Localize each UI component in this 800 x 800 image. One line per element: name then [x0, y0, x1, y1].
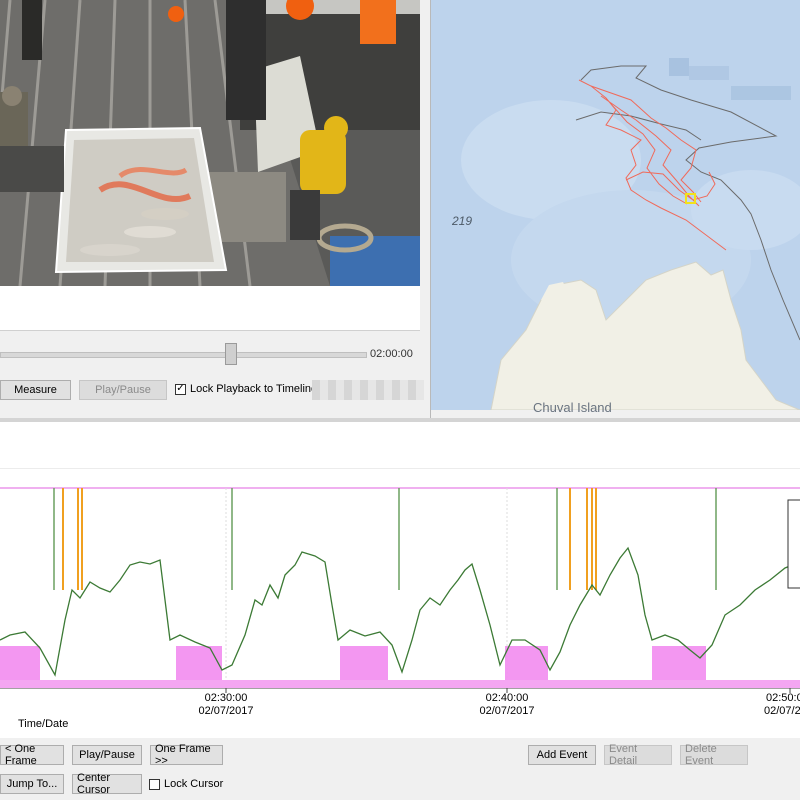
deck-camera-image [0, 0, 420, 286]
lock-cursor-label: Lock Cursor [164, 778, 224, 790]
tick-label-time-1: 02:30:00 [205, 692, 248, 704]
center-cursor-button[interactable]: Center Cursor [72, 772, 142, 796]
map-pane[interactable] [431, 0, 800, 410]
timeline-header [0, 422, 800, 469]
timeline-play-pause-button[interactable]: Play/Pause [72, 745, 142, 765]
video-blank-area [0, 286, 420, 331]
legend-box [787, 499, 800, 589]
event-markers [53, 488, 717, 590]
delete-event-button[interactable]: Delete Event [680, 743, 748, 767]
depth-label: 219 [452, 214, 473, 228]
lock-playback-label: Lock Playback to Timeline [190, 383, 318, 395]
lock-cursor-box[interactable] [149, 778, 160, 790]
lock-playback-checkbox[interactable]: ✓ Lock Playback to Timeline [175, 383, 317, 395]
video-frame[interactable] [0, 0, 420, 286]
video-seek-thumb[interactable] [225, 343, 237, 365]
add-event-button[interactable]: Add Event [528, 745, 596, 765]
tick-label-time-3: 02:50:0 [766, 692, 800, 704]
island-label: Chuval Island [533, 400, 612, 415]
event-detail-button[interactable]: Event Detail [604, 743, 672, 767]
tick-label-date-1: 02/07/2017 [198, 705, 253, 717]
blurred-field [312, 380, 424, 400]
video-time-display: 02:00:00 [370, 348, 413, 360]
timeline-x-axis-label: Time/Date [18, 718, 69, 730]
tick-label-date-3: 02/07/20 [764, 705, 800, 717]
prev-frame-button[interactable]: < One Frame [0, 743, 64, 767]
map-canvas [431, 0, 800, 410]
jump-to-button[interactable]: Jump To... [0, 774, 64, 794]
next-frame-button[interactable]: One Frame >> [150, 743, 223, 767]
measure-button[interactable]: Measure [0, 380, 71, 400]
tick-label-time-2: 02:40:00 [486, 692, 529, 704]
lock-playback-box[interactable]: ✓ [175, 383, 186, 395]
timeline-chart[interactable]: 02:30:00 02/07/2017 02:40:00 02/07/2017 … [0, 480, 800, 720]
lock-cursor-checkbox[interactable]: Lock Cursor [149, 778, 223, 790]
activity-baseline [0, 680, 800, 688]
video-seek-track[interactable] [0, 352, 367, 358]
video-play-pause-button[interactable]: Play/Pause [79, 380, 167, 400]
tick-label-date-2: 02/07/2017 [479, 705, 534, 717]
